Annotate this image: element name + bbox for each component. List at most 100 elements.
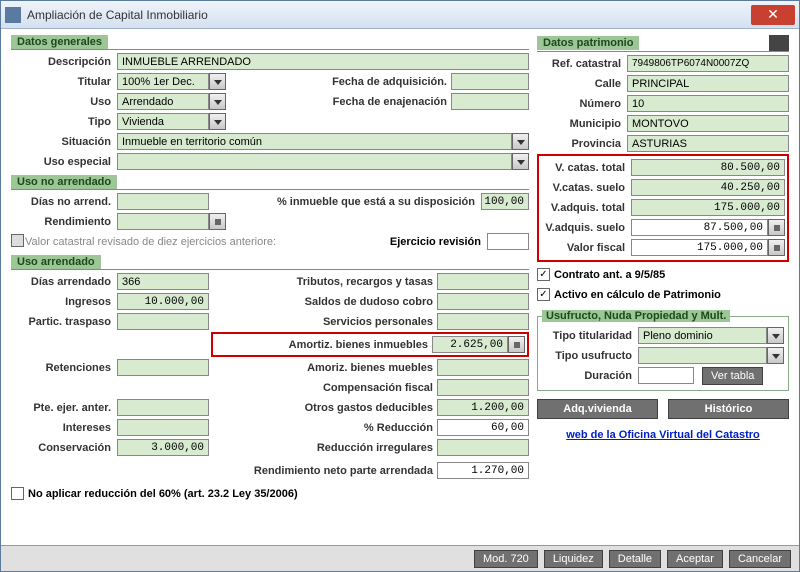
app-window: Ampliación de Capital Inmobiliario ✕ Dat… — [0, 0, 800, 572]
liquidez-button[interactable]: Liquidez — [544, 550, 603, 568]
field-rendimiento[interactable] — [117, 213, 209, 230]
field-amortiz-muebles[interactable] — [437, 359, 529, 376]
field-tributos[interactable] — [437, 273, 529, 290]
adq-vivienda-button[interactable]: Adq.vivienda — [537, 399, 658, 419]
header-uso-arrendado: Uso arrendado — [11, 255, 101, 269]
popup-vadq-suelo[interactable] — [768, 219, 785, 236]
checkbox-contrato-ant[interactable]: ✓ — [537, 268, 550, 281]
field-vcat-total[interactable]: 80.500,00 — [631, 159, 785, 176]
field-valor-fiscal[interactable]: 175.000,00 — [631, 239, 768, 256]
dropdown-tipo-titularidad[interactable] — [767, 327, 784, 344]
field-fecha-adq[interactable] — [451, 73, 529, 90]
checkbox-no-aplicar-reduccion[interactable] — [11, 487, 24, 500]
label-reduccion-irregulares: Reducción irregulares — [209, 442, 437, 454]
field-descripcion[interactable]: INMUEBLE ARRENDADO — [117, 53, 529, 70]
label-intereses: Intereses — [11, 422, 117, 434]
label-amortiz-muebles: Amoriz. bienes muebles — [209, 362, 437, 374]
field-situacion[interactable]: Inmueble en territorio común — [117, 133, 512, 150]
field-pte-ejer[interactable] — [117, 399, 209, 416]
field-ejercicio-revision[interactable] — [487, 233, 529, 250]
field-amortiz-inmuebles[interactable]: 2.625,00 — [432, 336, 508, 353]
dropdown-titular[interactable] — [209, 73, 226, 90]
field-saldos[interactable] — [437, 293, 529, 310]
dropdown-uso-especial[interactable] — [512, 153, 529, 170]
highlight-amortiz-inmuebles: Amortiz. bienes inmuebles 2.625,00 — [211, 332, 529, 357]
checkbox-valor-revisado[interactable] — [11, 234, 24, 247]
field-fecha-enaj[interactable] — [451, 93, 529, 110]
popup-rendimiento[interactable] — [209, 213, 226, 230]
dropdown-tipo[interactable] — [209, 113, 226, 130]
label-valor-revisado: Valor catastral revisado de diez ejercic… — [25, 236, 390, 248]
field-tipo[interactable]: Vivienda — [117, 113, 209, 130]
cancelar-button[interactable]: Cancelar — [729, 550, 791, 568]
label-amortiz-inmuebles: Amortiz. bienes inmuebles — [215, 339, 432, 351]
label-valor-fiscal: Valor fiscal — [541, 242, 631, 254]
footer-bar: Mod. 720 Liquidez Detalle Aceptar Cancel… — [1, 545, 799, 571]
popup-amortiz-inmuebles[interactable] — [508, 336, 525, 353]
label-vadq-total: V.adquis. total — [541, 202, 631, 214]
field-pct-inmueble[interactable]: 100,00 — [481, 193, 529, 210]
label-uso-especial: Uso especial — [11, 156, 117, 168]
label-calle: Calle — [537, 78, 627, 90]
field-vadq-suelo[interactable]: 87.500,00 — [631, 219, 768, 236]
field-intereses[interactable] — [117, 419, 209, 436]
field-partic-traspaso[interactable] — [117, 313, 209, 330]
field-vadq-total[interactable]: 175.000,00 — [631, 199, 785, 216]
header-datos-generales: Datos generales — [11, 35, 108, 49]
dropdown-situacion[interactable] — [512, 133, 529, 150]
field-titular[interactable]: 100% 1er Dec. — [117, 73, 209, 90]
field-dias-arrendado[interactable]: 366 — [117, 273, 209, 290]
field-ingresos[interactable]: 10.000,00 — [117, 293, 209, 310]
field-ref-catastral[interactable]: 7949806TP6074N0007ZQ — [627, 55, 789, 72]
field-uso[interactable]: Arrendado — [117, 93, 209, 110]
label-fecha-enaj: Fecha de enajenación — [226, 96, 451, 108]
field-provincia[interactable]: ASTURIAS — [627, 135, 789, 152]
field-tipo-titularidad[interactable]: Pleno dominio — [638, 327, 767, 344]
field-servicios[interactable] — [437, 313, 529, 330]
label-comp-fiscal: Compensación fiscal — [211, 382, 437, 394]
label-duracion: Duración — [542, 370, 638, 382]
aceptar-button[interactable]: Aceptar — [667, 550, 723, 568]
section-uso-no-arrendado: Uso no arrendado Días no arrend. % inmue… — [11, 175, 529, 251]
field-vcat-suelo[interactable]: 40.250,00 — [631, 179, 785, 196]
ver-tabla-button[interactable]: Ver tabla — [702, 367, 763, 385]
field-calle[interactable]: PRINCIPAL — [627, 75, 789, 92]
label-servicios: Servicios personales — [209, 316, 437, 328]
app-icon — [5, 7, 21, 23]
label-dias-no-arr: Días no arrend. — [11, 196, 117, 208]
field-duracion[interactable] — [638, 367, 694, 384]
close-button[interactable]: ✕ — [751, 5, 795, 25]
highlight-valores-fiscales: V. catas. total80.500,00 V.catas. suelo4… — [537, 154, 789, 262]
historico-button[interactable]: Histórico — [668, 399, 789, 419]
mod720-button[interactable]: Mod. 720 — [474, 550, 538, 568]
field-otros-gastos[interactable]: 1.200,00 — [437, 399, 529, 416]
field-retenciones[interactable] — [117, 359, 209, 376]
field-municipio[interactable]: MONTOVO — [627, 115, 789, 132]
label-rend-neto: Rendimiento neto parte arrendada — [11, 465, 437, 477]
titlebar: Ampliación de Capital Inmobiliario ✕ — [1, 1, 799, 29]
field-pct-reduccion[interactable]: 60,00 — [437, 419, 529, 436]
section-usufructo: Usufructo, Nuda Propiedad y Mult. Tipo t… — [537, 310, 789, 391]
header-uso-no-arrendado: Uso no arrendado — [11, 175, 117, 189]
label-dias-arrendado: Días arrendado — [11, 276, 117, 288]
label-titular: Titular — [11, 76, 117, 88]
link-catastro[interactable]: web de la Oficina Virtual del Catastro — [537, 429, 789, 441]
field-tipo-usufructo[interactable] — [638, 347, 767, 364]
label-numero: Número — [537, 98, 627, 110]
field-numero[interactable]: 10 — [627, 95, 789, 112]
dropdown-tipo-usufructo[interactable] — [767, 347, 784, 364]
section-datos-generales: Datos generales Descripción INMUEBLE ARR… — [11, 35, 529, 171]
dropdown-uso[interactable] — [209, 93, 226, 110]
field-conservacion[interactable]: 3.000,00 — [117, 439, 209, 456]
label-partic-traspaso: Partic. traspaso — [11, 316, 117, 328]
field-comp-fiscal[interactable] — [437, 379, 529, 396]
label-no-aplicar-reduccion: No aplicar reducción del 60% (art. 23.2 … — [28, 488, 298, 500]
field-dias-no-arr[interactable] — [117, 193, 209, 210]
checkbox-activo-patrimonio[interactable]: ✓ — [537, 288, 550, 301]
detalle-button[interactable]: Detalle — [609, 550, 661, 568]
popup-valor-fiscal[interactable] — [768, 239, 785, 256]
print-icon[interactable] — [769, 35, 789, 51]
field-uso-especial[interactable] — [117, 153, 512, 170]
field-reduccion-irregulares[interactable] — [437, 439, 529, 456]
field-rend-neto: 1.270,00 — [437, 462, 529, 479]
